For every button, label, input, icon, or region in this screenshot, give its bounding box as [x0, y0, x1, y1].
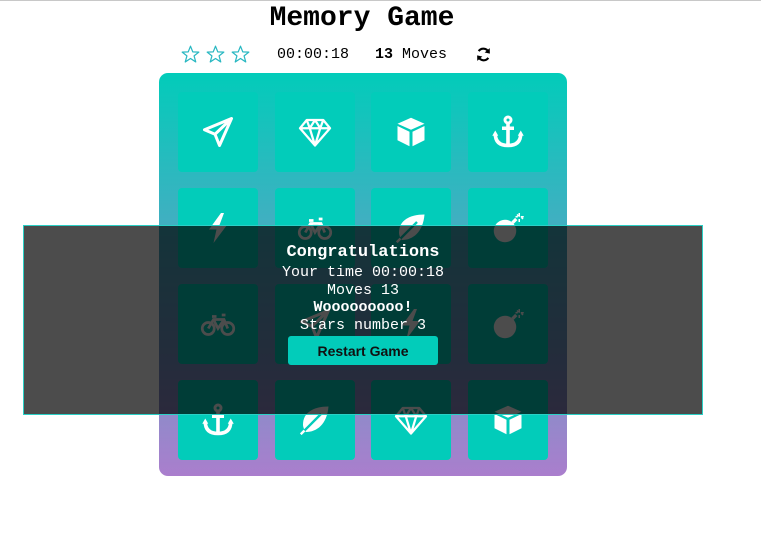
restart-game-button[interactable]: Restart Game	[288, 336, 438, 365]
modal-message: Wooooooooo!	[313, 299, 413, 316]
star-rating	[180, 44, 251, 65]
modal-time-text: Your time 00:00:18	[281, 264, 445, 281]
card[interactable]	[178, 92, 258, 172]
congratulations-modal: Congratulations Your time 00:00:18 Moves…	[23, 225, 703, 415]
paper-plane-icon	[203, 117, 233, 147]
star-outline-icon	[181, 45, 200, 63]
restart-icon[interactable]	[475, 46, 492, 63]
modal-stars-text: Stars number 3	[299, 317, 427, 334]
page-title: Memory Game	[269, 3, 455, 34]
card[interactable]	[275, 92, 355, 172]
star-outline-icon	[206, 45, 225, 63]
card[interactable]	[468, 92, 548, 172]
score-panel: 00:00:18 13 Moves	[180, 43, 492, 65]
card[interactable]	[371, 92, 451, 172]
page-top-border	[0, 0, 761, 1]
star-outline-icon	[231, 45, 250, 63]
moves-count: 13	[375, 45, 394, 63]
moves-label: Moves	[393, 45, 448, 63]
diamond-icon	[298, 118, 332, 147]
timer: 00:00:18	[277, 45, 350, 63]
modal-title: Congratulations	[286, 243, 440, 262]
cube-icon	[397, 117, 425, 147]
moves-counter: 13 Moves	[375, 46, 447, 63]
modal-moves-text: Moves 13	[326, 282, 399, 299]
anchor-icon	[492, 115, 524, 148]
